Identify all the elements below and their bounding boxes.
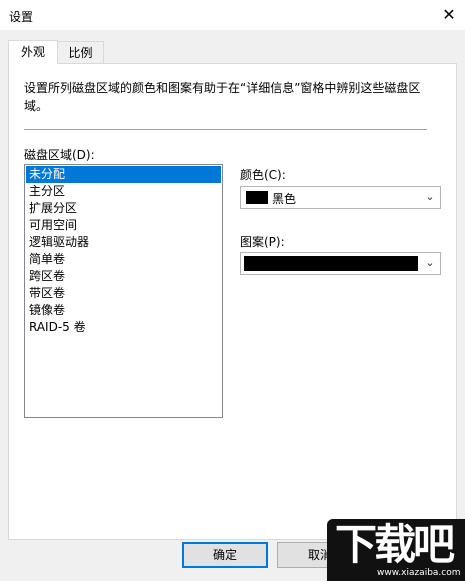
color-label: 颜色(C): (240, 168, 286, 182)
close-icon[interactable]: ✕ (437, 3, 461, 27)
ok-button[interactable]: 确定 (182, 542, 268, 568)
watermark-logo: 下载吧 www.xiazaiba.com (327, 519, 465, 581)
list-item[interactable]: 镜像卷 (26, 302, 221, 319)
list-item[interactable]: 可用空间 (26, 217, 221, 234)
list-item[interactable]: RAID-5 卷 (26, 319, 221, 336)
watermark-url: www.xiazaiba.com (377, 568, 461, 578)
pattern-label: 图案(P): (240, 235, 285, 249)
tab-scale[interactable]: 比例 (58, 41, 104, 63)
list-item[interactable]: 简单卷 (26, 251, 221, 268)
chevron-down-icon: ⌄ (425, 190, 435, 203)
chevron-down-icon: ⌄ (425, 256, 435, 269)
title-bar: 设置 ✕ (0, 0, 465, 30)
color-value: 黑色 (272, 192, 297, 206)
list-item[interactable]: 带区卷 (26, 285, 221, 302)
description-text: 设置所列磁盘区域的颜色和图案有助于在“详细信息”窗格中辨别这些磁盘区域。 (24, 81, 421, 113)
separator (24, 129, 427, 130)
list-item[interactable]: 逻辑驱动器 (26, 234, 221, 251)
tab-appearance[interactable]: 外观 (8, 40, 58, 64)
list-item[interactable]: 未分配 (26, 166, 221, 183)
window-title: 设置 (9, 10, 34, 24)
watermark-text: 下载吧 (335, 520, 455, 569)
disk-region-listbox[interactable]: 未分配 主分区 扩展分区 可用空间 逻辑驱动器 简单卷 跨区卷 带区卷 镜像卷 … (24, 164, 223, 418)
color-swatch (246, 191, 268, 204)
list-item[interactable]: 主分区 (26, 183, 221, 200)
color-select[interactable]: 黑色 ⌄ (240, 186, 441, 209)
pattern-select[interactable]: ⌄ (240, 252, 441, 275)
list-item[interactable]: 扩展分区 (26, 200, 221, 217)
disk-region-label: 磁盘区域(D): (24, 148, 95, 162)
list-item[interactable]: 跨区卷 (26, 268, 221, 285)
pattern-preview (244, 256, 418, 271)
